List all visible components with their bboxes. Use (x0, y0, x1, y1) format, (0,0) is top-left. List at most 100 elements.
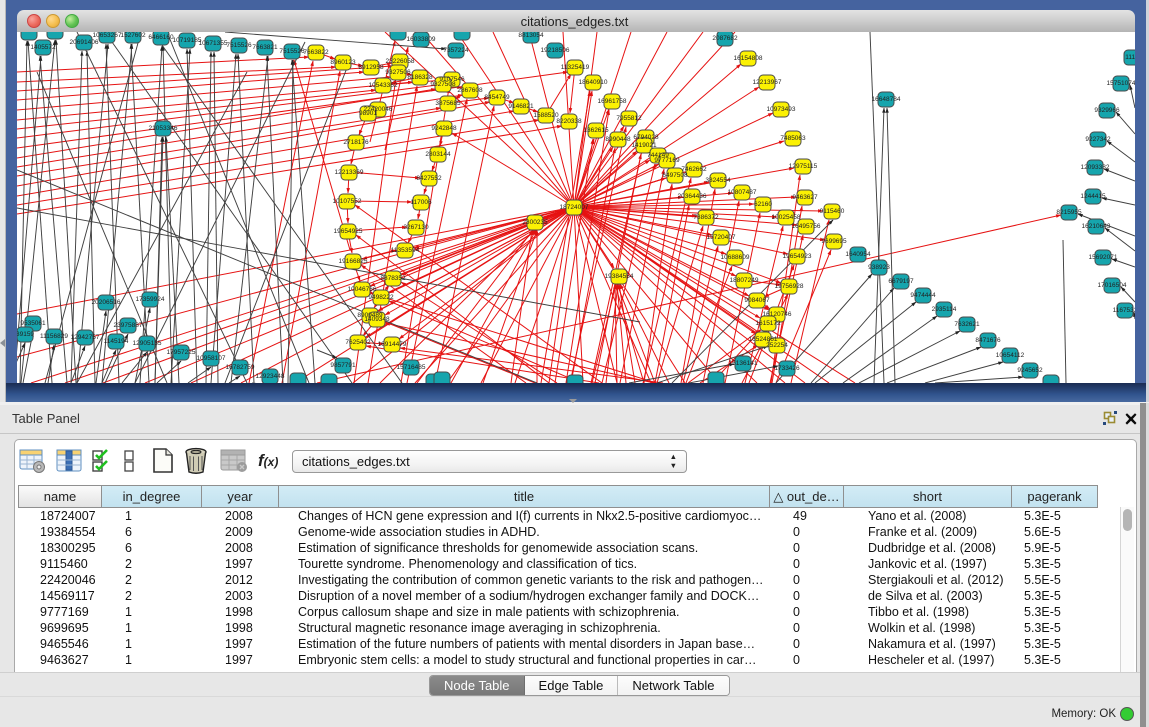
svg-text:39159: 39159 (17, 331, 34, 338)
svg-text:117006: 117006 (410, 199, 432, 206)
svg-text:1527602: 1527602 (120, 32, 146, 39)
svg-text:10046766: 10046766 (348, 286, 377, 293)
svg-text:17359924: 17359924 (136, 296, 165, 303)
svg-text:9327508: 9327508 (430, 81, 456, 88)
svg-text:17957225: 17957225 (167, 349, 196, 356)
svg-text:3875685: 3875685 (435, 100, 461, 107)
svg-text:98901: 98901 (359, 110, 377, 117)
svg-text:19654925: 19654925 (334, 228, 363, 235)
svg-text:10653267: 10653267 (93, 32, 122, 39)
svg-text:11156829: 11156829 (40, 333, 68, 340)
svg-text:1733426: 1733426 (774, 365, 800, 372)
svg-text:15751074: 15751074 (1107, 80, 1135, 87)
svg-text:1167533: 1167533 (1113, 307, 1135, 314)
svg-text:7625402: 7625402 (345, 339, 371, 346)
svg-text:16914479: 16914479 (378, 341, 407, 348)
svg-text:1145194: 1145194 (104, 338, 129, 345)
svg-text:19756928: 19756928 (775, 283, 804, 290)
svg-text:19166825: 19166825 (339, 258, 368, 265)
svg-text:18640910: 18640910 (579, 79, 608, 86)
svg-text:23226058: 23226058 (386, 58, 415, 65)
svg-text:8912958: 8912958 (358, 64, 384, 71)
svg-text:16961758: 16961758 (598, 98, 627, 105)
svg-text:7955812: 7955812 (616, 115, 642, 122)
svg-text:15692071: 15692071 (1089, 254, 1118, 261)
svg-text:16495756: 16495756 (792, 223, 821, 230)
svg-text:8878352: 8878352 (380, 275, 406, 282)
svg-text:9498222: 9498222 (368, 294, 394, 301)
svg-text:9115460: 9115460 (820, 208, 845, 215)
svg-text:9084067: 9084067 (744, 297, 770, 304)
svg-text:3824554: 3824554 (705, 177, 731, 184)
svg-text:12093382: 12093382 (1081, 164, 1110, 171)
svg-text:7632621: 7632621 (954, 321, 980, 328)
svg-text:10025458: 10025458 (772, 214, 801, 221)
svg-text:16033809: 16033809 (407, 36, 436, 43)
svg-text:10688609: 10688609 (721, 254, 750, 261)
svg-text:12975115: 12975115 (789, 163, 818, 170)
svg-text:1409348: 1409348 (364, 316, 390, 323)
svg-text:2718176: 2718176 (343, 139, 369, 146)
svg-text:15716485: 15716485 (397, 364, 426, 371)
svg-text:8471676: 8471676 (975, 337, 1001, 344)
svg-text:19384554: 19384554 (605, 273, 634, 280)
svg-text:15720407: 15720407 (707, 234, 736, 241)
svg-text:10719185: 10719185 (173, 37, 202, 44)
svg-text:19218506: 19218506 (541, 47, 570, 54)
svg-text:10973493: 10973493 (767, 106, 796, 113)
svg-text:1419021: 1419021 (631, 142, 657, 149)
svg-text:12923448: 12923448 (256, 373, 285, 380)
svg-text:1405572: 1405572 (30, 44, 56, 51)
svg-text:1615172: 1615172 (755, 320, 781, 327)
svg-text:11325419: 11325419 (561, 64, 590, 71)
svg-text:6794028: 6794028 (633, 134, 659, 141)
svg-text:17016504: 17016504 (1098, 282, 1127, 289)
svg-text:9777169: 9777169 (654, 157, 680, 164)
svg-text:9463627: 9463627 (792, 194, 818, 201)
svg-text:16154808: 16154808 (734, 55, 763, 62)
svg-text:8220338: 8220338 (556, 118, 582, 125)
svg-text:10107552: 10107552 (333, 198, 362, 205)
svg-text:1244415: 1244415 (1080, 193, 1106, 200)
svg-text:16648784: 16648784 (872, 96, 901, 103)
svg-text:20691406: 20691406 (70, 39, 99, 46)
svg-text:9242848: 9242848 (431, 125, 457, 132)
svg-text:18724007: 18724007 (560, 204, 589, 211)
svg-text:7386372: 7386372 (693, 214, 719, 221)
svg-text:16120746: 16120746 (763, 311, 792, 318)
svg-text:9245652: 9245652 (1017, 367, 1043, 374)
svg-text:10958107: 10958107 (197, 355, 226, 362)
svg-text:8427552: 8427552 (416, 175, 442, 182)
svg-text:6497508: 6497508 (662, 172, 688, 179)
svg-text:12213967: 12213967 (753, 79, 782, 86)
svg-text:1112: 1112 (1125, 54, 1135, 61)
svg-text:2300235: 2300235 (522, 219, 548, 226)
svg-text:21053346: 21053346 (149, 125, 178, 132)
svg-text:7357224: 7357224 (443, 47, 469, 54)
svg-text:18807249: 18807249 (730, 277, 759, 284)
svg-text:8813054: 8813054 (518, 32, 544, 39)
svg-text:23975887: 23975887 (114, 322, 143, 329)
svg-text:7663822: 7663822 (303, 49, 329, 56)
svg-text:10543362: 10543362 (369, 82, 398, 89)
svg-text:9329966: 9329966 (1094, 107, 1120, 114)
svg-text:8990448: 8990448 (605, 136, 631, 143)
svg-text:16782759: 16782759 (226, 364, 255, 371)
svg-text:10807487: 10807487 (728, 189, 757, 196)
svg-text:12213369: 12213369 (335, 169, 364, 176)
svg-text:10654112: 10654112 (996, 352, 1025, 359)
svg-text:938923: 938923 (868, 264, 890, 271)
svg-text:20364436: 20364436 (678, 193, 707, 200)
svg-text:10671355: 10671355 (199, 40, 228, 47)
svg-text:2803144: 2803144 (425, 151, 451, 158)
svg-text:8186328: 8186328 (407, 74, 433, 81)
svg-text:8960123: 8960123 (330, 59, 356, 66)
svg-text:1588520: 1588520 (533, 112, 559, 119)
svg-text:12905135: 12905135 (133, 340, 162, 347)
svg-text:7663821: 7663821 (252, 44, 278, 51)
svg-text:7515526: 7515526 (226, 42, 252, 49)
svg-text:9535061: 9535061 (20, 320, 46, 327)
svg-text:6466160: 6466160 (148, 34, 174, 41)
svg-text:3267130: 3267130 (403, 224, 429, 231)
svg-text:9227342: 9227342 (1085, 136, 1111, 143)
